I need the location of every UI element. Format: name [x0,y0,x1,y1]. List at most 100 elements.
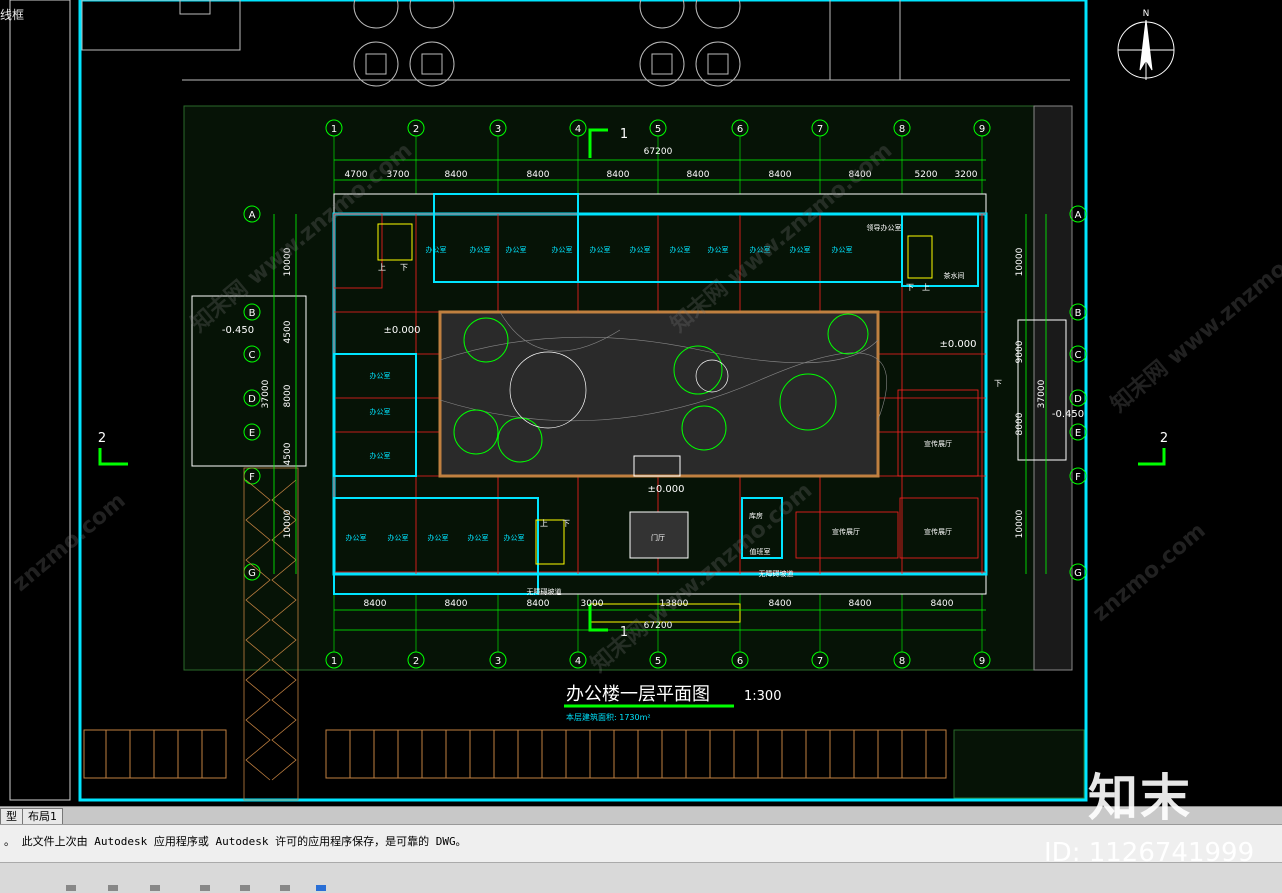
tab-layout1[interactable]: 布局1 [22,808,63,825]
dimension-left: 8000 [283,384,293,407]
room-label-office: 办公室 [370,451,391,460]
tab-model[interactable]: 型 [0,808,23,825]
room-label-office: 办公室 [670,245,691,254]
room-label-office: 办公室 [428,533,449,542]
room-label-office: 办公室 [708,245,729,254]
axis-label: 1 [331,124,337,135]
axis-label: 5 [655,124,661,135]
status-icon[interactable] [150,885,160,891]
axis-label: 4 [575,124,581,135]
dimension-left: 4500 [283,442,293,465]
axis-label: 2 [413,656,419,667]
stair-up: 上 [378,263,386,272]
section-mark-label: 1 [620,127,628,142]
dimension-right: 8000 [1015,412,1025,435]
stair-down: 下 [994,379,1002,388]
level-mark: -0.450 [222,325,254,336]
level-mark: -0.450 [1052,409,1084,420]
drawing-canvas[interactable]: 112233445566778899 AABBCCDDEEFFGG 67200 … [0,0,1282,808]
room-label-office: 办公室 [552,245,573,254]
status-icon[interactable] [108,885,118,891]
status-icon[interactable] [240,885,250,891]
axis-label: B [249,308,256,319]
axis-label: 1 [331,656,337,667]
dimension-bottom: 8400 [849,599,872,609]
axis-label: 8 [899,656,905,667]
dimension-top: 8400 [445,170,468,180]
axis-label: 8 [899,124,905,135]
axis-label: A [1075,210,1082,221]
dimension-bottom: 8400 [931,599,954,609]
room-label-tea: 茶水间 [944,271,965,280]
dimension-left: 4500 [283,320,293,343]
dimension-right-total: 37000 [1037,379,1047,408]
dimension-left-total: 37000 [261,379,271,408]
dimension-bottom: 8400 [445,599,468,609]
status-icon[interactable] [316,885,326,891]
dimension-bottom: 8400 [769,599,792,609]
status-icon[interactable] [66,885,76,891]
room-label-office: 办公室 [370,407,391,416]
room-label-leader-office: 领导办公室 [867,223,902,232]
tree-circles-top [353,0,741,87]
bottom-parking [83,729,1085,799]
axis-label: 2 [413,124,419,135]
room-label-ramp: 无障碍坡道 [759,569,794,578]
stair-up: 上 [922,283,930,292]
room-label-office: 办公室 [590,245,611,254]
room-label-exhibition: 宣传展厅 [832,527,860,536]
axis-label: G [248,568,256,579]
axis-label: B [1075,308,1082,319]
axis-label: D [1074,394,1082,405]
drawing-title: 办公楼一层平面图 [566,684,710,705]
room-label-exhibition: 宣传展厅 [924,527,952,536]
dimension-top: 8400 [607,170,630,180]
status-icon[interactable] [280,885,290,891]
axis-label: 7 [817,124,823,135]
brand-watermark: 知末 [1088,769,1192,827]
room-label-exhibition: 宣传展厅 [924,439,952,448]
dimension-top: 3200 [955,170,978,180]
level-mark: ±0.000 [939,339,976,350]
axis-label: 3 [495,124,501,135]
room-label-office: 办公室 [346,533,367,542]
floor-plan-drawing: 1 1 2 2 3 3 4 4 5 5 6 6 7 7 8 8 9 9 A A B B C C D D E E F F G G [9,0,1175,802]
left-border [9,0,71,801]
command-message: 。 此文件上次由 Autodesk 应用程序或 Autodesk 许可的应用程序… [4,835,467,848]
area-note: 本层建筑面积: 1730m² [566,712,651,722]
courtyard [438,310,880,478]
dimension-total: 67200 [644,147,673,157]
stair-down: 下 [562,519,570,528]
dimension-top: 8400 [527,170,550,180]
room-label-office: 办公室 [506,245,527,254]
axis-label: 3 [495,656,501,667]
level-mark: ±0.000 [383,325,420,336]
axis-label: G [1074,568,1082,579]
stair-down: 下 [906,283,914,292]
axis-label: 4 [575,656,581,667]
drawing-scale: 1:300 [744,689,781,704]
dimension-top: 8400 [769,170,792,180]
room-label-ramp: 无障碍坡道 [527,587,562,596]
dimension-left: 10000 [283,509,293,538]
room-label-office: 办公室 [388,533,409,542]
room-label-office: 办公室 [426,245,447,254]
dimension-right: 10000 [1015,509,1025,538]
compass-label: N [1143,9,1150,19]
dimension-bottom: 8400 [527,599,550,609]
status-icon[interactable] [200,885,210,891]
room-label-office: 办公室 [470,245,491,254]
layer-label: 线框 [0,8,25,22]
section-mark-label: 2 [1160,431,1168,446]
compass-icon [1117,19,1175,80]
axis-label: 7 [817,656,823,667]
section-mark-label: 2 [98,431,106,446]
axis-label: E [249,428,255,439]
room-label-lobby: 门厅 [651,533,665,542]
axis-label: 6 [737,656,743,667]
dimension-bottom: 3000 [581,599,604,609]
axis-label: C [1075,350,1082,361]
room-label-office: 办公室 [630,245,651,254]
stair-down: 下 [400,263,408,272]
axis-label: F [1075,472,1081,483]
